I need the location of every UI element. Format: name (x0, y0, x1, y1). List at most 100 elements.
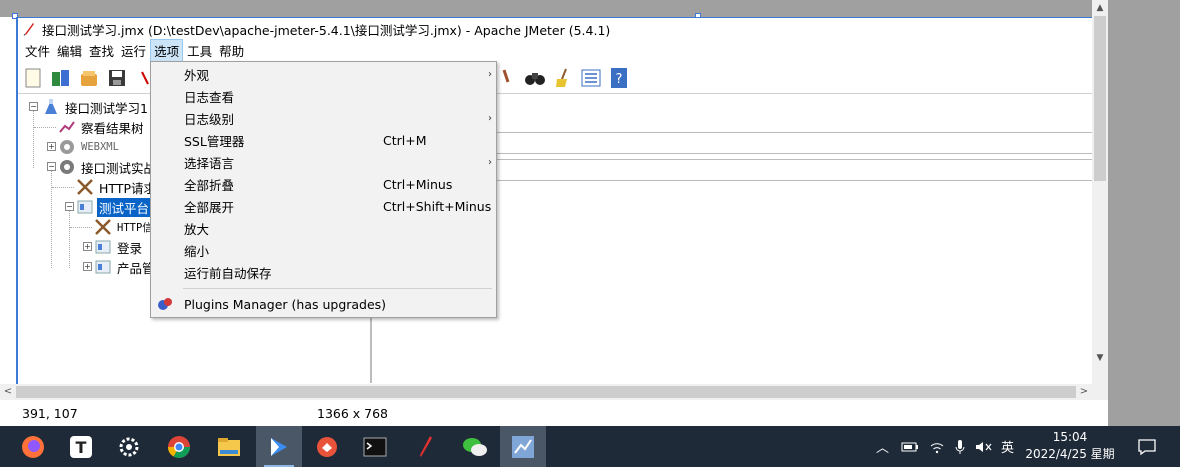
tree-node-webxml[interactable]: WEBXML (58, 137, 121, 157)
submenu-arrow-icon: › (488, 112, 492, 124)
vertical-scrollbar[interactable]: ▲ ▼ (1092, 0, 1108, 384)
function-helper-button[interactable] (580, 67, 602, 89)
templates-icon (52, 69, 69, 86)
tree-node-test-platform[interactable]: 测试平台 (76, 197, 152, 217)
broom-icon (556, 68, 567, 87)
menu-item-ssl-manager[interactable]: SSL管理器 Ctrl+M (151, 129, 496, 151)
tree-expander-login[interactable]: + (83, 242, 92, 251)
ime-indicator[interactable]: 英 (1001, 437, 1014, 456)
reset-search-button[interactable] (552, 67, 574, 89)
tree-node-http-header[interactable]: HTTP信 (94, 217, 155, 237)
notification-icon (1138, 438, 1156, 455)
battery-icon[interactable] (901, 441, 919, 453)
new-button[interactable] (22, 67, 44, 89)
tree-node-product-mgmt[interactable]: 产品管 (94, 257, 157, 277)
horizontal-scrollbar[interactable]: < > (0, 384, 1108, 400)
taskbar-feishu[interactable] (256, 426, 302, 467)
help-button[interactable]: ? (608, 67, 630, 89)
templates-button[interactable] (50, 67, 72, 89)
wechat-icon (463, 437, 487, 456)
menu-item-plugins-manager[interactable]: Plugins Manager (has upgrades) (151, 293, 496, 315)
clear-button[interactable] (496, 67, 518, 89)
svg-text:T: T (76, 438, 87, 457)
status-bar: 391, 107 1366 x 768 (0, 400, 1108, 426)
menu-item-log-viewer[interactable]: 日志查看 (151, 85, 496, 107)
cursor-coords: 391, 107 (22, 405, 78, 421)
binoculars-icon (525, 73, 545, 85)
controller-icon (95, 240, 111, 254)
options-menu-dropdown: 外观 › 日志查看 日志级别 › SSL管理器 Ctrl+M 选择语言 › 全部… (150, 61, 497, 318)
menu-run[interactable]: 运行 (118, 40, 149, 61)
menu-item-auto-save[interactable]: 运行前自动保存 (151, 261, 496, 283)
settings-icon (119, 437, 139, 456)
tools-icon (95, 219, 111, 235)
scroll-right-icon[interactable]: > (1076, 384, 1092, 400)
menu-search[interactable]: 查找 (86, 40, 117, 61)
menu-item-collapse-all[interactable]: 全部折叠 Ctrl+Minus (151, 173, 496, 195)
vertical-scroll-thumb[interactable] (1094, 16, 1106, 181)
tree-node-api-practice[interactable]: 接口测试实战 (58, 157, 158, 177)
tree-expander-product[interactable]: + (83, 262, 92, 271)
taskbar-pen[interactable] (402, 426, 448, 467)
tree-expander-root[interactable]: − (29, 102, 38, 111)
tree-expander-api-practice[interactable]: − (47, 162, 56, 171)
save-icon (109, 69, 125, 86)
taskbar-wechat[interactable] (452, 426, 498, 467)
scroll-up-icon[interactable]: ▲ (1092, 0, 1108, 16)
title-bar: 接口测试学习.jmx (D:\testDev\apache-jmeter-5.4… (18, 18, 1092, 40)
results-tree-icon (59, 121, 75, 133)
notification-button[interactable] (1137, 426, 1157, 467)
gear-icon (60, 140, 74, 154)
plugins-icon (158, 298, 172, 310)
microphone-icon[interactable] (955, 439, 965, 455)
horizontal-scroll-thumb[interactable] (16, 386, 1076, 398)
brush-icon (502, 69, 510, 83)
taskbar-typora[interactable]: T (58, 426, 104, 467)
open-button[interactable] (78, 67, 100, 89)
menu-item-log-level[interactable]: 日志级别 › (151, 107, 496, 129)
clock-date: 2022/4/25 星期一 (1025, 447, 1115, 467)
menu-item-expand-all[interactable]: 全部展开 Ctrl+Shift+Minus (151, 195, 496, 217)
scroll-left-icon[interactable]: < (0, 384, 16, 400)
search-button[interactable] (524, 67, 546, 89)
taskbar-file-explorer[interactable] (206, 426, 252, 467)
save-button[interactable] (106, 67, 128, 89)
chrome-icon (168, 435, 190, 458)
taskbar-clock[interactable]: 15:04 2022/4/25 星期一 (1020, 429, 1120, 467)
taskbar-terminal[interactable] (352, 426, 398, 467)
window-title: 接口测试学习.jmx (D:\testDev\apache-jmeter-5.4… (42, 22, 611, 38)
menu-help[interactable]: 帮助 (216, 40, 247, 61)
menu-item-zoom-out[interactable]: 缩小 (151, 239, 496, 261)
menu-item-zoom-in[interactable]: 放大 (151, 217, 496, 239)
tree-node-test-plan[interactable]: 接口测试学习1 (42, 97, 150, 117)
pen-icon (420, 435, 432, 457)
tree-expander-test-platform[interactable]: − (65, 202, 74, 211)
tree-node-results-tree[interactable]: 察看结果树 (58, 117, 146, 137)
test-plan-icon (45, 99, 57, 114)
controller-icon (95, 260, 111, 274)
wifi-icon[interactable] (929, 440, 945, 454)
tree-expander-webxml[interactable]: + (47, 142, 56, 151)
menu-item-choose-language[interactable]: 选择语言 › (151, 151, 496, 173)
scroll-down-icon[interactable]: ▼ (1092, 350, 1108, 366)
firefox-icon (22, 435, 44, 458)
list-icon (581, 69, 601, 87)
taskbar-chrome[interactable] (156, 426, 202, 467)
jmeter-icon (512, 435, 534, 458)
taskbar-settings[interactable] (106, 426, 152, 467)
volume-muted-icon[interactable] (975, 440, 993, 454)
taskbar-jmeter[interactable] (500, 426, 546, 467)
jmeter-feather-icon (23, 23, 34, 36)
menu-tools[interactable]: 工具 (184, 40, 215, 61)
menu-file[interactable]: 文件 (22, 40, 53, 61)
typora-icon: T (70, 435, 92, 458)
desktop-right-area (1108, 17, 1180, 426)
new-file-icon (25, 68, 41, 87)
taskbar-firefox[interactable] (10, 426, 56, 467)
menu-options[interactable]: 选项 (150, 38, 184, 62)
menu-item-appearance[interactable]: 外观 › (151, 63, 496, 85)
taskbar-app[interactable] (304, 426, 350, 467)
chevron-up-icon[interactable]: ︿ (876, 437, 889, 456)
menu-edit[interactable]: 编辑 (54, 40, 85, 61)
tree-node-login[interactable]: 登录 (94, 237, 144, 257)
